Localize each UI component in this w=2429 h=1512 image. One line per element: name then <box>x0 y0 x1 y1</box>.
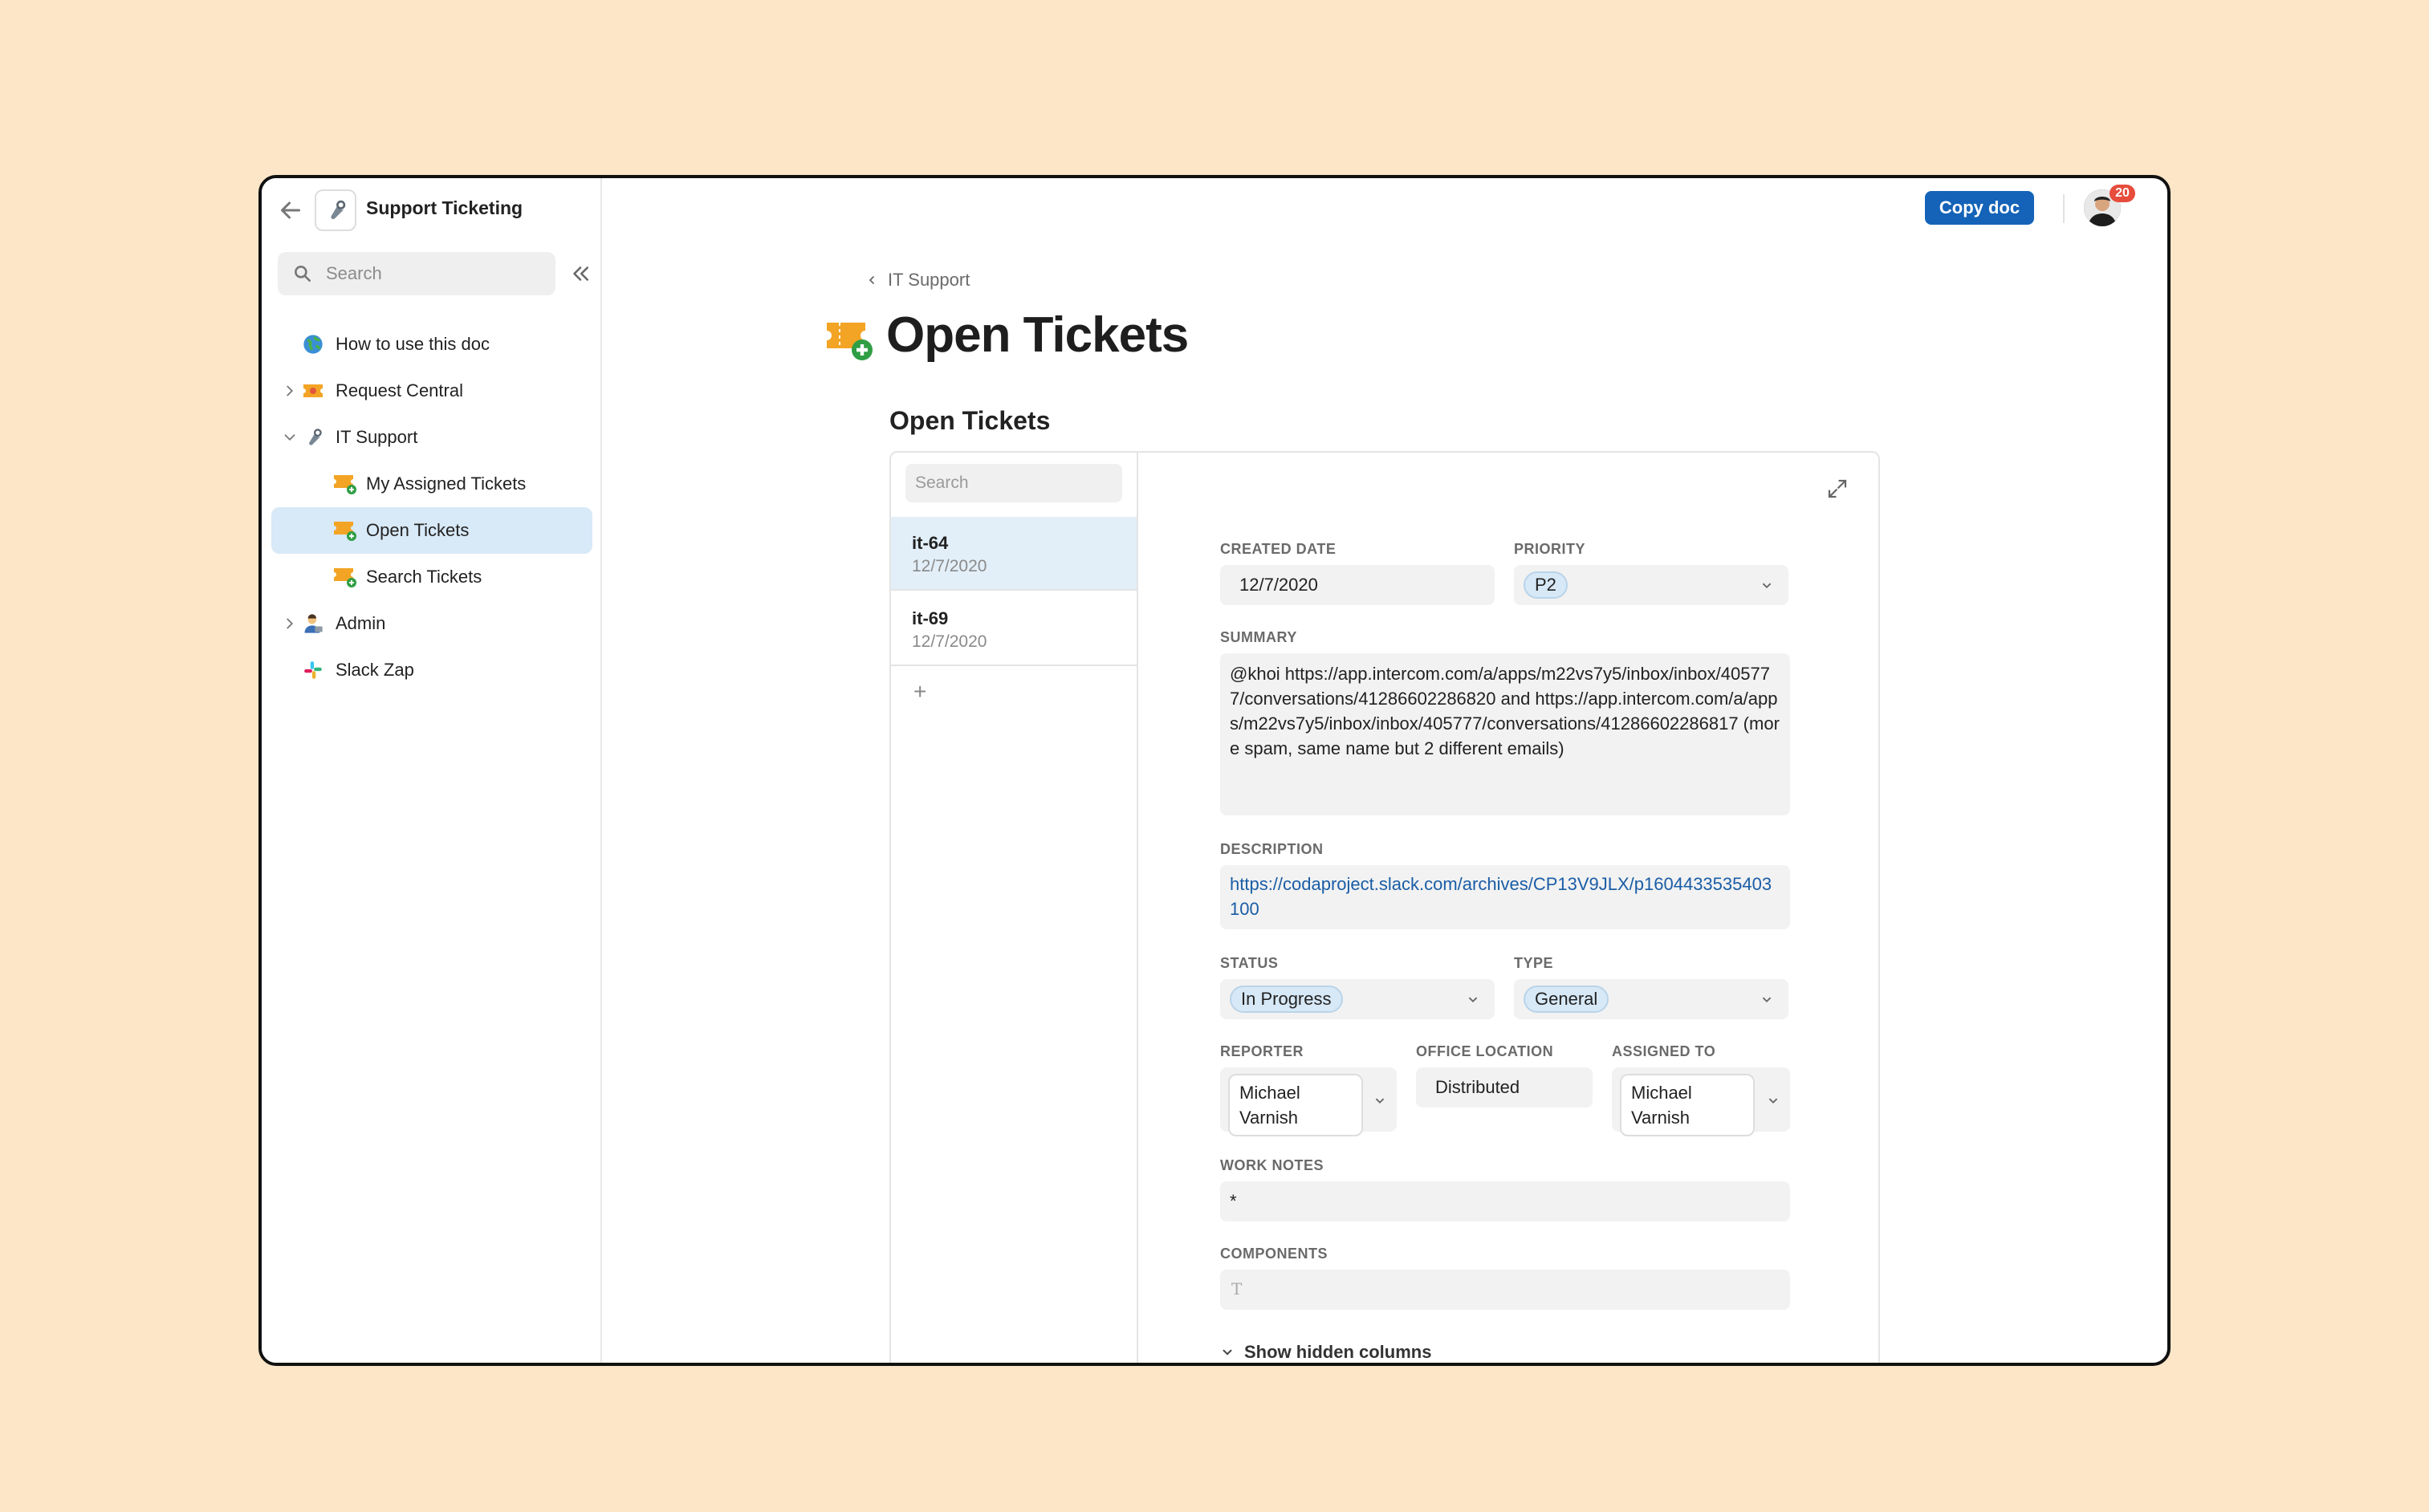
assigned-to-label: ASSIGNED TO <box>1612 1043 1716 1059</box>
page-title: Open Tickets <box>886 307 1189 363</box>
work-notes-label: WORK NOTES <box>1220 1157 1324 1173</box>
chevron-down-icon <box>1223 1349 1232 1356</box>
chevron-down-icon <box>1375 1098 1385 1104</box>
office-location-label: OFFICE LOCATION <box>1416 1043 1554 1059</box>
collapse-sidebar-icon[interactable] <box>568 262 592 286</box>
ticket-list: Search it-64 12/7/2020 it-69 12/7/2020 + <box>891 453 1138 1363</box>
components-field[interactable]: T <box>1220 1270 1790 1310</box>
type-select[interactable]: General <box>1514 979 1788 1019</box>
list-item[interactable]: it-69 12/7/2020 <box>891 592 1137 666</box>
status-select[interactable]: In Progress <box>1220 979 1495 1019</box>
created-date-field[interactable]: 12/7/2020 <box>1220 565 1495 605</box>
sidebar-item-it-support[interactable]: IT Support <box>271 414 592 461</box>
sidebar: Support Ticketing Search How to use this… <box>262 178 602 1363</box>
list-item[interactable]: it-64 12/7/2020 <box>891 517 1137 591</box>
chevron-down-icon <box>1762 583 1772 589</box>
breadcrumb-label: IT Support <box>888 270 970 290</box>
sidebar-item-label: Open Tickets <box>366 520 470 540</box>
sidebar-item-label: Admin <box>336 613 386 633</box>
created-date-label: CREATED DATE <box>1220 541 1337 557</box>
chevron-down-icon <box>1468 997 1478 1003</box>
wrench-icon <box>300 425 326 450</box>
ticket-icon <box>300 378 326 404</box>
ticket-date: 12/7/2020 <box>912 557 987 575</box>
sidebar-nav: How to use this doc Request Central IT S… <box>271 321 592 693</box>
sidebar-item-label: Request Central <box>336 380 463 400</box>
components-label: COMPONENTS <box>1220 1246 1328 1262</box>
sidebar-item-admin[interactable]: Admin <box>271 600 592 647</box>
slack-icon <box>300 657 326 683</box>
work-notes-field[interactable]: * <box>1220 1181 1790 1221</box>
breadcrumb[interactable]: IT Support <box>865 270 970 291</box>
globe-icon <box>300 331 326 357</box>
sidebar-item-how-to-use[interactable]: How to use this doc <box>271 321 592 368</box>
sidebar-item-label: My Assigned Tickets <box>366 474 527 494</box>
chevron-down-icon <box>1768 1098 1778 1104</box>
show-hidden-columns-toggle[interactable]: Show hidden columns <box>1220 1342 1431 1363</box>
priority-pill: P2 <box>1524 571 1568 599</box>
summary-field[interactable]: @khoi https://app.intercom.com/a/apps/m2… <box>1220 653 1790 815</box>
doc-wrench-icon <box>315 189 356 231</box>
topbar-divider <box>2063 194 2065 223</box>
list-search-input[interactable]: Search <box>905 464 1122 502</box>
sidebar-item-request-central[interactable]: Request Central <box>271 368 592 414</box>
type-pill: General <box>1524 986 1609 1013</box>
search-placeholder: Search <box>326 263 382 283</box>
app-window: Support Ticketing Search How to use this… <box>258 175 2171 1366</box>
admin-person-icon <box>300 611 326 636</box>
add-row-button[interactable]: + <box>913 679 926 705</box>
sidebar-item-label: Search Tickets <box>366 567 482 587</box>
chevron-down-icon <box>1762 997 1772 1003</box>
sidebar-item-search-tickets[interactable]: Search Tickets <box>271 554 592 600</box>
sidebar-item-label: Slack Zap <box>336 660 414 680</box>
sidebar-item-open-tickets[interactable]: Open Tickets <box>271 507 592 554</box>
copy-doc-button[interactable]: Copy doc <box>1925 191 2034 225</box>
sidebar-item-slack-zap[interactable]: Slack Zap <box>271 647 592 693</box>
priority-label: PRIORITY <box>1514 541 1586 557</box>
sidebar-item-my-assigned-tickets[interactable]: My Assigned Tickets <box>271 461 592 507</box>
ticket-date: 12/7/2020 <box>912 632 987 651</box>
office-location-field[interactable]: Distributed <box>1416 1067 1593 1108</box>
priority-select[interactable]: P2 <box>1514 565 1788 605</box>
ticket-id: it-64 <box>912 533 949 553</box>
chevron-right-icon[interactable] <box>281 382 299 400</box>
ticket-add-icon <box>332 518 358 543</box>
ticket-add-icon <box>332 471 358 497</box>
section-title: Open Tickets <box>889 406 1051 435</box>
reporter-chip: Michael Varnish <box>1228 1074 1363 1136</box>
doc-title: Support Ticketing <box>366 197 523 218</box>
expand-icon[interactable] <box>1825 477 1849 501</box>
ticket-id: it-69 <box>912 608 949 628</box>
reporter-select[interactable]: Michael Varnish <box>1220 1067 1397 1136</box>
sidebar-item-label: How to use this doc <box>336 334 490 354</box>
type-label: TYPE <box>1514 955 1554 971</box>
sidebar-item-label: IT Support <box>336 427 418 447</box>
show-hidden-label: Show hidden columns <box>1244 1342 1432 1362</box>
chevron-down-icon[interactable] <box>281 429 299 446</box>
back-arrow-icon[interactable] <box>276 196 305 225</box>
status-label: STATUS <box>1220 955 1279 971</box>
ticket-add-icon <box>332 564 358 590</box>
ticket-add-icon <box>825 315 873 363</box>
sidebar-search-input[interactable]: Search <box>278 252 555 295</box>
chevron-right-icon[interactable] <box>281 615 299 632</box>
description-label: DESCRIPTION <box>1220 841 1324 857</box>
reporter-label: REPORTER <box>1220 1043 1304 1059</box>
summary-label: SUMMARY <box>1220 629 1297 645</box>
detail-view: Search it-64 12/7/2020 it-69 12/7/2020 +… <box>889 451 1880 1363</box>
sidebar-header: Support Ticketing <box>262 178 600 242</box>
description-field[interactable]: https://codaproject.slack.com/archives/C… <box>1220 865 1790 929</box>
chevron-left-icon <box>869 276 874 284</box>
search-icon <box>295 266 311 282</box>
notification-badge: 20 <box>2110 185 2135 202</box>
assignee-chip: Michael Varnish <box>1620 1074 1755 1136</box>
status-pill: In Progress <box>1230 986 1343 1013</box>
assigned-to-select[interactable]: Michael Varnish <box>1612 1067 1790 1136</box>
